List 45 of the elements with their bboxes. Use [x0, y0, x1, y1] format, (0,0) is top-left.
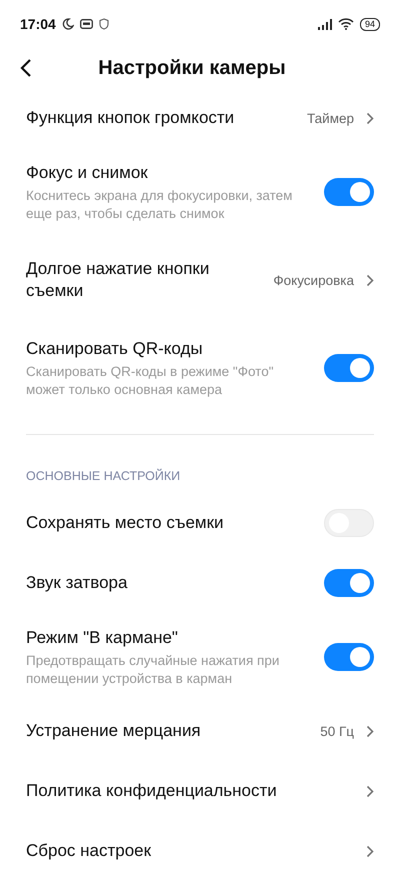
chevron-right-icon [366, 112, 374, 124]
setting-title: Сохранять место съемки [26, 512, 225, 534]
setting-value: Фокусировка [273, 272, 354, 288]
setting-value: 50 Гц [320, 724, 354, 738]
wifi-icon [338, 18, 354, 30]
setting-title: Устранение мерцания [26, 720, 202, 742]
toggle-switch[interactable] [324, 354, 374, 382]
setting-title: Политика конфиденциальности [26, 780, 278, 802]
moon-icon [62, 18, 74, 30]
settings-row[interactable]: Сканировать QR-коды Сканировать QR-коды в режиме "Фото" может только основная камера [0, 324, 400, 412]
setting-description: Предотвращать случайные нажатия при помещении устройства в карман [26, 652, 280, 688]
setting-title: Режим "В кармане" [26, 626, 179, 648]
setting-title: Сканировать QR-коды [26, 338, 204, 360]
toggle-switch[interactable] [324, 569, 374, 597]
settings-row[interactable]: Режим "В кармане" Предотвращать случайные нажатия при помещении устройства в карман [0, 613, 400, 701]
card-icon [80, 19, 93, 29]
settings-row[interactable]: Фокус и снимок Коснитесь экрана для фокусировки, затем еще раз, чтобы сделать снимок [0, 148, 400, 236]
settings-row[interactable]: Политика конфиденциальности [0, 761, 400, 821]
settings-row[interactable]: Сброс настроек [0, 821, 400, 881]
chevron-right-icon [366, 784, 374, 798]
shield-icon [98, 18, 109, 30]
setting-title: Долгое нажатие кнопки съемки [26, 258, 210, 302]
signal-icon [318, 18, 332, 30]
setting-value: Таймер [307, 110, 354, 126]
section-heading: ОСНОВНЫЕ НАСТРОЙКИ [25, 468, 182, 485]
status-time: 17:04 [20, 16, 56, 32]
setting-title: Функция кнопок громкости [26, 107, 236, 129]
chevron-right-icon [366, 724, 374, 738]
battery-level: 94 [360, 18, 380, 30]
settings-row[interactable]: Функция кнопок громкости Таймер [0, 88, 400, 148]
chevron-right-icon [366, 844, 374, 858]
setting-description: Сканировать QR-коды в режиме "Фото" может только основная камера [26, 362, 275, 398]
page-title: Настройки камеры [97, 56, 287, 80]
toggle-switch[interactable] [324, 643, 374, 671]
setting-description: Коснитесь экрана для фокусировки, затем еще раз, чтобы сделать снимок [26, 186, 294, 222]
settings-row[interactable]: Сохранять место съемки [0, 493, 400, 553]
setting-title: Фокус и снимок [26, 162, 149, 184]
chevron-right-icon [366, 274, 374, 286]
setting-title: Сброс настроек [26, 840, 152, 862]
settings-row[interactable]: Долгое нажатие кнопки съемки Фокусировка [0, 236, 400, 324]
back-icon [20, 58, 32, 78]
setting-title: Звук затвора [26, 572, 128, 594]
toggle-switch[interactable] [324, 178, 374, 206]
settings-row[interactable]: Звук затвора [0, 553, 400, 613]
settings-row[interactable]: Устранение мерцания 50 Гц [0, 701, 400, 761]
